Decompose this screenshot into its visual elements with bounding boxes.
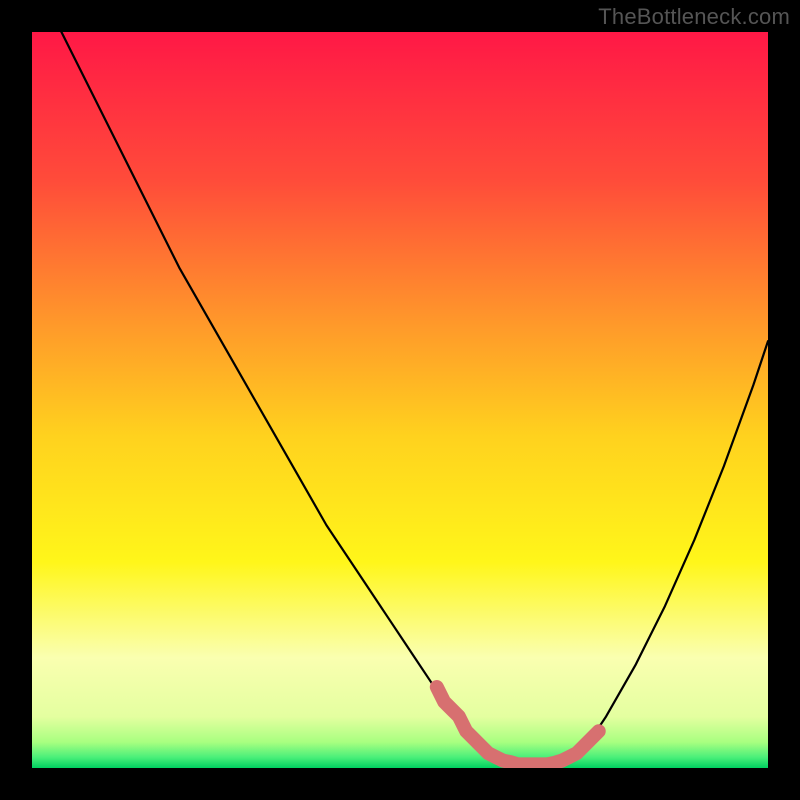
gradient-background [32,32,768,768]
watermark-text: TheBottleneck.com [598,4,790,30]
chart-stage: TheBottleneck.com [0,0,800,800]
bottleneck-chart [0,0,800,800]
